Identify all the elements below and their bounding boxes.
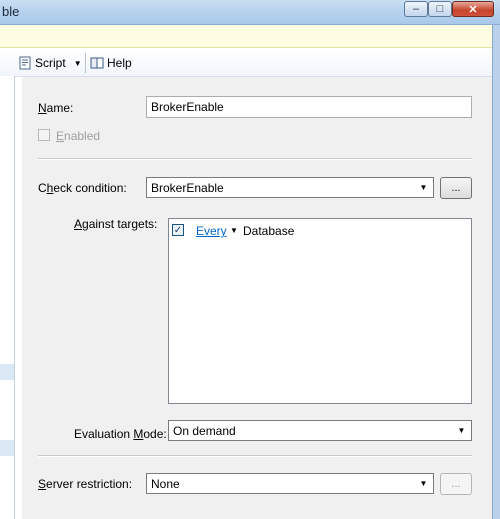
script-label: Script [35,56,66,70]
evaluation-mode-label: Evaluation Mode: [74,427,167,441]
window-title: ble [2,4,20,19]
close-icon: ✕ [468,3,478,16]
script-button[interactable]: Script ▼ [18,54,82,72]
target-type: Database [243,224,295,238]
against-targets-label: Against targets: [74,217,158,231]
evaluation-mode-select[interactable]: On demand ▼ [168,420,472,441]
chevron-down-icon[interactable]: ▼ [230,226,238,235]
name-field[interactable]: BrokerEnable [146,96,472,118]
separator [38,158,472,160]
chevron-down-icon[interactable]: ▼ [454,423,469,438]
check-condition-label: Check condition: [38,181,127,195]
chevron-down-icon[interactable]: ▼ [416,476,431,491]
server-restriction-label: Server restriction: [38,477,133,491]
help-book-icon [90,57,104,69]
server-restriction-value: None [151,476,180,491]
target-quantifier-link[interactable]: Every [196,224,227,238]
name-label: Name: [38,101,74,115]
maximize-button[interactable]: □ [428,1,452,17]
minimize-icon: – [412,3,420,15]
name-value: BrokerEnable [151,100,224,114]
targets-list[interactable] [168,218,472,404]
window-border [492,25,500,519]
enabled-checkbox[interactable] [38,129,50,141]
maximize-icon: □ [436,3,444,15]
target-checkbox[interactable]: ✓ [172,224,184,236]
separator [38,455,472,457]
chevron-down-icon[interactable]: ▼ [74,59,82,68]
close-button[interactable]: ✕ [452,1,494,17]
chevron-down-icon[interactable]: ▼ [416,180,431,195]
help-button[interactable]: Help [90,54,132,72]
enabled-label: Enabled [56,129,101,143]
check-condition-select[interactable]: BrokerEnable ▼ [146,177,434,198]
info-bar [0,25,500,48]
evaluation-mode-value: On demand [173,423,236,438]
toolbar-separator [85,53,86,73]
minimize-button[interactable]: – [404,1,428,17]
help-label: Help [107,56,132,70]
tree-highlight [0,364,14,380]
tree-highlight [0,440,14,456]
check-condition-browse-button[interactable]: ... [440,177,472,199]
script-icon [19,56,31,70]
server-restriction-browse-button[interactable]: ... [440,473,472,495]
check-condition-value: BrokerEnable [151,180,224,195]
server-restriction-select[interactable]: None ▼ [146,473,434,494]
